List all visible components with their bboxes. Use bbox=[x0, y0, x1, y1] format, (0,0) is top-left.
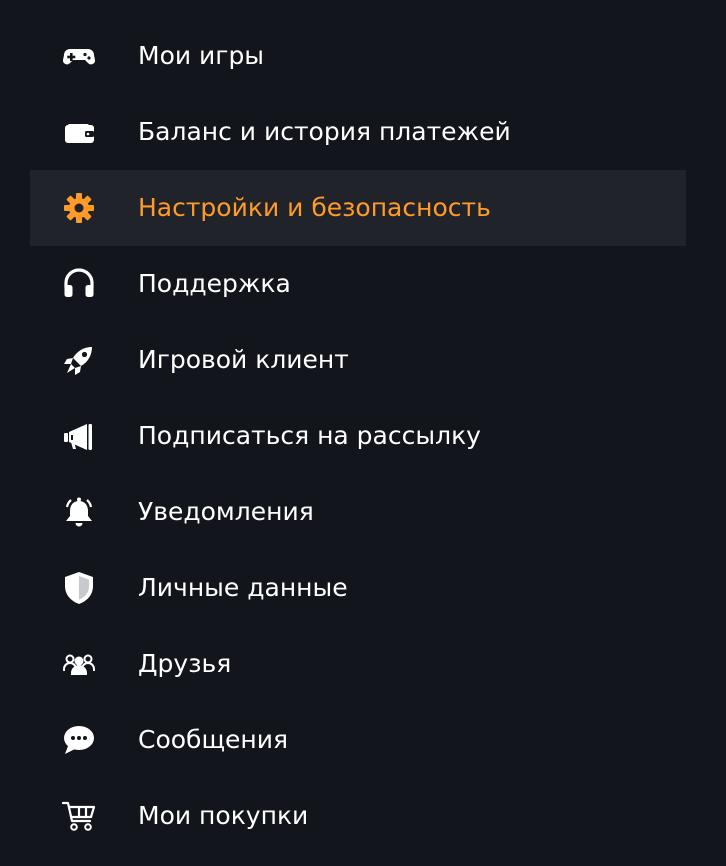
menu-item-messages[interactable]: Сообщения bbox=[30, 702, 686, 778]
megaphone-icon bbox=[61, 418, 97, 454]
menu-item-subscribe[interactable]: Подписаться на рассылку bbox=[30, 398, 686, 474]
gamepad-icon bbox=[61, 38, 97, 74]
menu-item-friends[interactable]: Друзья bbox=[30, 626, 686, 702]
menu-item-label: Поддержка bbox=[138, 269, 291, 298]
menu-item-settings-security[interactable]: Настройки и безопасность bbox=[30, 170, 686, 246]
menu-item-game-client[interactable]: Игровой клиент bbox=[30, 322, 686, 398]
wallet-icon bbox=[61, 114, 97, 150]
menu-item-label: Настройки и безопасность bbox=[138, 193, 491, 222]
menu-item-label: Сообщения bbox=[138, 725, 289, 754]
menu-item-personal-data[interactable]: Личные данные bbox=[30, 550, 686, 626]
sidebar-menu: Мои игры Баланс и история платежей Настр… bbox=[30, 18, 686, 854]
chat-icon bbox=[61, 722, 97, 758]
menu-item-label: Мои игры bbox=[138, 41, 265, 70]
menu-item-notifications[interactable]: Уведомления bbox=[30, 474, 686, 550]
menu-item-my-purchases[interactable]: Мои покупки bbox=[30, 778, 686, 854]
headset-icon bbox=[61, 266, 97, 302]
gear-icon bbox=[61, 190, 97, 226]
menu-item-label: Подписаться на рассылку bbox=[138, 421, 481, 450]
menu-item-label: Мои покупки bbox=[138, 801, 309, 830]
friends-icon bbox=[61, 646, 97, 682]
menu-item-label: Личные данные bbox=[138, 573, 348, 602]
bell-icon bbox=[61, 494, 97, 530]
menu-item-label: Игровой клиент bbox=[138, 345, 349, 374]
menu-item-label: Уведомления bbox=[138, 497, 314, 526]
cart-icon bbox=[61, 798, 97, 834]
menu-item-my-games[interactable]: Мои игры bbox=[30, 18, 686, 94]
shield-icon bbox=[61, 570, 97, 606]
menu-item-label: Друзья bbox=[138, 649, 232, 678]
menu-item-label: Баланс и история платежей bbox=[138, 117, 511, 146]
menu-item-support[interactable]: Поддержка bbox=[30, 246, 686, 322]
menu-item-balance-history[interactable]: Баланс и история платежей bbox=[30, 94, 686, 170]
rocket-icon bbox=[61, 342, 97, 378]
